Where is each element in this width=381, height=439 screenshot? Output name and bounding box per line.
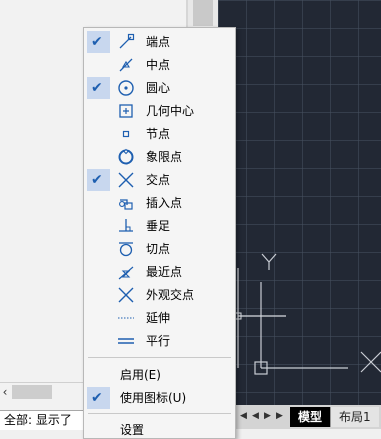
- menu-item-endpoint[interactable]: 端点: [87, 31, 232, 53]
- menu-item-label: 平行: [146, 334, 171, 348]
- menu-item-midpoint[interactable]: 中点: [87, 54, 232, 76]
- extension-icon: [118, 317, 134, 319]
- menu-item-label: 节点: [146, 127, 171, 141]
- horizontal-scrollbar-thumb[interactable]: [12, 385, 52, 399]
- center-icon: [118, 80, 134, 96]
- menu-item-extension[interactable]: 延伸: [87, 307, 232, 329]
- parallel-icon: [118, 338, 134, 344]
- menu-item-perpendicular[interactable]: 垂足: [87, 215, 232, 237]
- tab-model[interactable]: 模型: [290, 407, 331, 427]
- menu-item-label: 圆心: [146, 81, 171, 95]
- menu-item-label: 插入点: [146, 196, 183, 210]
- midpoint-icon: [119, 58, 133, 72]
- scroll-left-icon[interactable]: ‹: [0, 383, 10, 401]
- menu-item-label: 启用(E): [120, 368, 161, 382]
- menu-item-label: 交点: [146, 173, 171, 187]
- object-snap-menu: 端点 中点 圆心 几何中心 节点: [83, 27, 236, 439]
- endpoint-icon: [119, 33, 135, 49]
- menu-item-label: 外观交点: [146, 288, 195, 302]
- menu-item-insertion[interactable]: 插入点: [87, 192, 232, 214]
- tangent-icon: [119, 242, 133, 257]
- status-text: 全部: 显示了: [4, 413, 72, 427]
- intersection-icon: [118, 172, 134, 188]
- menu-item-label: 几何中心: [146, 104, 195, 118]
- node-icon: [122, 130, 130, 138]
- checkmark: [87, 387, 110, 409]
- nearest-icon: [118, 266, 134, 280]
- menu-item-label: 中点: [146, 58, 171, 72]
- perpendicular-icon: [119, 219, 133, 232]
- menu-item-quadrant[interactable]: 象限点: [87, 146, 232, 168]
- drawing-canvas[interactable]: [218, 0, 381, 405]
- checkmark: [87, 77, 110, 99]
- tab-first-icon[interactable]: ◀: [240, 411, 247, 421]
- menu-item-label: 象限点: [146, 150, 183, 164]
- checkmark: [87, 31, 110, 53]
- menu-item-label: 最近点: [146, 265, 183, 279]
- menu-item-geometric-center[interactable]: 几何中心: [87, 100, 232, 122]
- menu-item-label: 使用图标(U): [120, 391, 187, 405]
- tab-last-icon[interactable]: ▶: [276, 411, 283, 421]
- menu-item-nearest[interactable]: 最近点: [87, 261, 232, 283]
- apparent-intersection-icon: [118, 287, 134, 303]
- vertical-scrollbar-thumb[interactable]: [193, 0, 213, 26]
- menu-separator: [88, 357, 231, 358]
- menu-item-use-icons[interactable]: 使用图标(U): [87, 387, 232, 409]
- menu-item-enable[interactable]: 启用(E): [87, 364, 232, 386]
- tab-layout1[interactable]: 布局1: [330, 407, 379, 427]
- geometric-center-icon: [119, 104, 133, 118]
- quadrant-icon: [118, 148, 134, 165]
- menu-item-label: 设置: [120, 423, 145, 437]
- checkmark: [87, 169, 110, 191]
- menu-item-node[interactable]: 节点: [87, 123, 232, 145]
- menu-item-intersection[interactable]: 交点: [87, 169, 232, 191]
- ucs-crosshair-graphics: [234, 253, 381, 375]
- insertion-icon: [119, 199, 133, 210]
- menu-item-label: 延伸: [146, 311, 171, 325]
- menu-item-parallel[interactable]: 平行: [87, 330, 232, 352]
- menu-item-label: 垂足: [146, 219, 171, 233]
- menu-item-settings[interactable]: 设置: [87, 419, 232, 438]
- menu-item-label: 端点: [146, 35, 171, 49]
- menu-item-label: 切点: [146, 242, 171, 256]
- menu-item-center[interactable]: 圆心: [87, 77, 232, 99]
- tab-next-icon[interactable]: ▶: [264, 411, 271, 421]
- menu-item-tangent[interactable]: 切点: [87, 238, 232, 260]
- menu-item-apparent-intersection[interactable]: 外观交点: [87, 284, 232, 306]
- menu-separator: [88, 413, 231, 414]
- tab-prev-icon[interactable]: ◀: [252, 411, 259, 421]
- layout-tab-bar: ◀ ◀ ▶ ▶ 模型 布局1: [234, 405, 381, 429]
